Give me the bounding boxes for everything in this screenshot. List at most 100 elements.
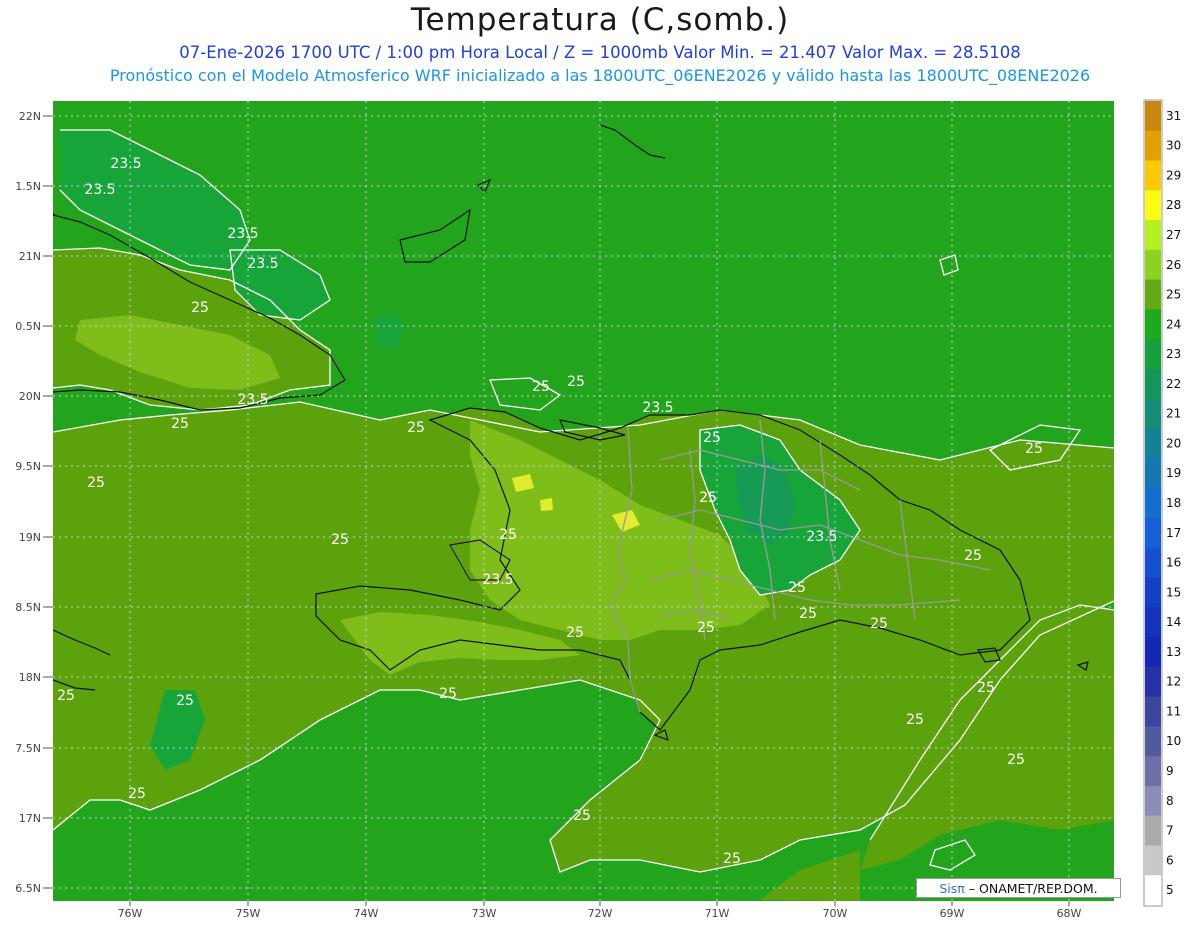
contour-label: 25 (573, 808, 591, 824)
colorbar-swatch (1145, 696, 1161, 727)
temperature-colorbar: 31 30 29 28 27 26 25 24 23 22 21 20 19 18 17 16 15 14 13 12… (1143, 99, 1181, 907)
contour-label: 25 (799, 606, 817, 622)
colorbar-swatch (1145, 220, 1161, 251)
credit-brand: Sisπ (939, 881, 965, 896)
lon-tick-label: 72W (588, 907, 613, 920)
colorbar-label: 20 (1166, 436, 1181, 450)
contour-label: 25 (567, 374, 585, 390)
colorbar-label: 18 (1166, 496, 1181, 510)
lat-tick-label: 22N (19, 110, 41, 123)
temperature-map: 23.5 23.5 23.5 23.5 25 23.5 25 25 25 25 25 23.5 25 25… (15, 99, 1181, 920)
lon-tick-label: 71W (705, 907, 730, 920)
colorbar-swatch (1145, 785, 1161, 817)
contour-label: 23.5 (237, 392, 268, 408)
colorbar-label: 13 (1166, 645, 1181, 659)
colorbar-swatch (1145, 458, 1161, 489)
colorbar-swatch (1145, 488, 1161, 519)
colorbar-label: 30 (1166, 139, 1181, 153)
colorbar-swatch (1145, 845, 1161, 876)
colorbar-label: 19 (1166, 466, 1181, 480)
lat-tick-label: 6.5N (15, 882, 41, 895)
colorbar-label: 6 (1166, 853, 1174, 867)
contour-label: 23.5 (110, 156, 141, 172)
colorbar-swatch (1145, 428, 1161, 459)
lon-tick-label: 76W (118, 907, 143, 920)
colorbar-label: 15 (1166, 585, 1181, 599)
colorbar-label: 5 (1166, 883, 1174, 897)
contour-label: 25 (331, 532, 349, 548)
contour-label: 25 (1025, 441, 1043, 457)
lat-tick-label: 19N (19, 531, 41, 544)
contour-label: 25 (977, 680, 995, 696)
contour-label: 25 (566, 625, 584, 641)
credit-box: Sisπ – ONAMET/REP.DOM. (916, 878, 1121, 898)
credit-text: – ONAMET/REP.DOM. (968, 881, 1098, 896)
lat-tick-label: 9.5N (15, 460, 41, 473)
colorbar-swatch (1145, 607, 1161, 638)
colorbar-swatch (1145, 666, 1161, 698)
lat-tick-label: 1.5N (15, 180, 41, 193)
colorbar-swatch (1145, 577, 1161, 608)
colorbar-label: 26 (1166, 258, 1181, 272)
lat-tick-label: 20N (19, 390, 41, 403)
colorbar-label: 12 (1166, 675, 1181, 689)
contour-label: 25 (703, 430, 721, 446)
colorbar-swatch (1145, 249, 1161, 281)
colorbar-label: 17 (1166, 526, 1181, 540)
colorbar-label: 11 (1166, 704, 1181, 718)
colorbar-swatch (1145, 637, 1161, 668)
contour-label: 25 (407, 420, 425, 436)
colorbar-label: 27 (1166, 228, 1181, 242)
colorbar-swatch (1145, 398, 1161, 430)
colorbar-swatch (1145, 369, 1161, 400)
contour-label: 23.5 (642, 400, 673, 416)
contour-label: 23.5 (806, 529, 837, 545)
colorbar-swatch (1145, 815, 1161, 846)
lon-tick-label: 73W (472, 907, 497, 920)
colorbar-swatch (1145, 160, 1161, 191)
contour-label: 25 (57, 688, 75, 704)
contour-label: 23.5 (84, 182, 115, 198)
colorbar-label: 8 (1166, 794, 1174, 808)
colorbar-swatch (1145, 101, 1161, 132)
colorbar-swatch (1145, 279, 1161, 310)
lon-tick-label: 70W (823, 907, 848, 920)
contour-label: 25 (176, 693, 194, 709)
colorbar-label: 16 (1166, 556, 1181, 570)
colorbar-label: 9 (1166, 764, 1174, 778)
contour-label: 23.5 (227, 226, 258, 242)
colorbar-label: 7 (1166, 824, 1174, 838)
lat-tick-label: 7.5N (15, 742, 41, 755)
contour-label: 25 (171, 416, 189, 432)
latitude-axis: 22N 1.5N 21N 0.5N 20N 9.5N 19N 8.5N 18N 7.5N 17N 6.… (15, 110, 53, 895)
colorbar-label: 31 (1166, 109, 1181, 123)
lon-tick-label: 68W (1057, 907, 1082, 920)
lat-tick-label: 18N (19, 671, 41, 684)
lat-tick-label: 21N (19, 250, 41, 263)
contour-label: 25 (1007, 752, 1025, 768)
contour-label: 23.5 (247, 256, 278, 272)
colorbar-label: 14 (1166, 615, 1181, 629)
lat-tick-label: 17N (19, 812, 41, 825)
lon-tick-label: 69W (940, 907, 965, 920)
contour-label: 25 (788, 580, 806, 596)
map-canvas: 23.5 23.5 23.5 23.5 25 23.5 25 25 25 25 25 23.5 25 25… (53, 101, 1114, 901)
contour-label: 25 (532, 379, 550, 395)
contour-label: 25 (870, 616, 888, 632)
contour-label: 25 (723, 851, 741, 867)
contour-label: 25 (699, 490, 717, 506)
contour-label: 25 (964, 548, 982, 564)
contour-label: 25 (128, 786, 146, 802)
contour-label: 25 (499, 527, 517, 543)
colorbar-label: 25 (1166, 288, 1181, 302)
lon-tick-label: 74W (354, 907, 379, 920)
colorbar-label: 22 (1166, 377, 1181, 391)
lat-tick-label: 8.5N (15, 601, 41, 614)
colorbar-label: 24 (1166, 317, 1181, 331)
contour-label: 23.5 (482, 572, 513, 588)
colorbar-swatch (1145, 130, 1161, 162)
colorbar-swatch (1145, 726, 1161, 757)
colorbar-label: 10 (1166, 734, 1181, 748)
contour-label: 25 (906, 712, 924, 728)
lon-tick-label: 75W (236, 907, 261, 920)
